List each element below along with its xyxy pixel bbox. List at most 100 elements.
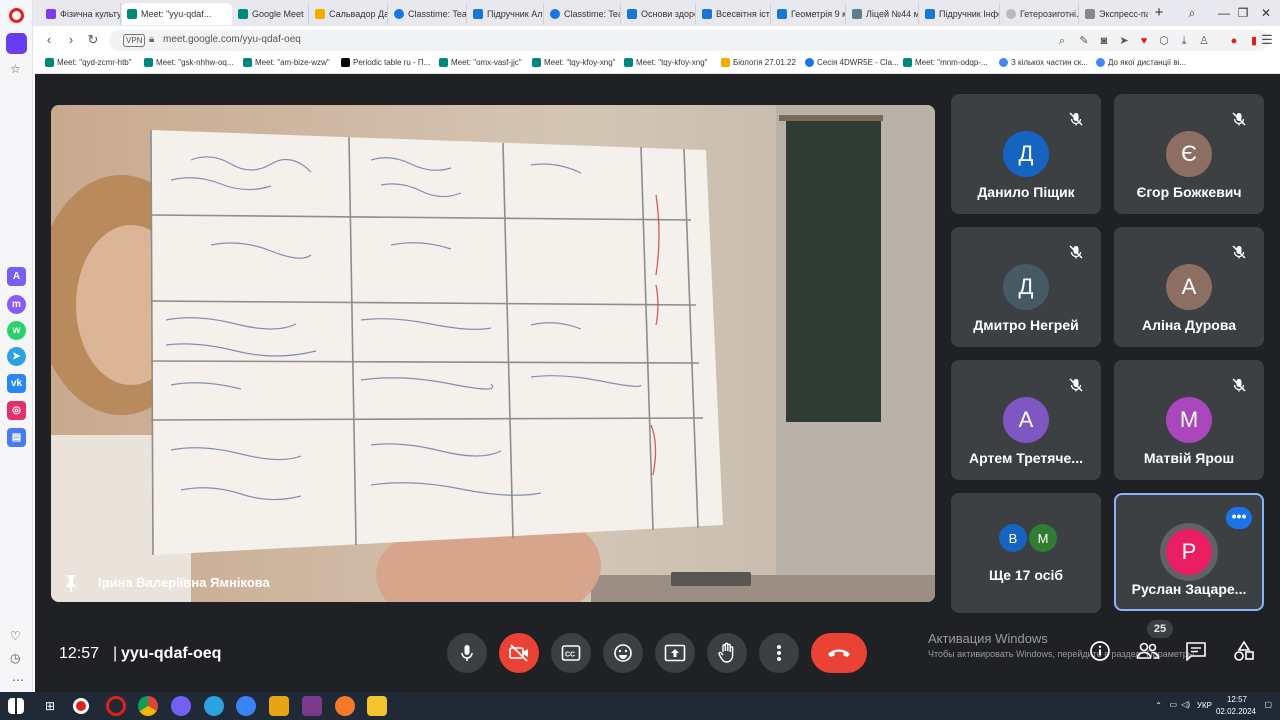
tab-item[interactable]: Всесвітня істор...	[697, 3, 771, 25]
tab-item[interactable]: Гетерозиготні...	[1001, 3, 1079, 25]
minimize-icon[interactable]: —	[1215, 4, 1233, 22]
tab-item[interactable]: Ліцей №44 м. ...	[847, 3, 919, 25]
word-taskbar-icon[interactable]	[269, 696, 289, 716]
self-tile[interactable]: Р ••• Руслан Зацаре...	[1114, 493, 1264, 611]
pin-icon[interactable]	[63, 574, 79, 592]
bookmark-item[interactable]: Meet: "tqy-kfoy-xng"	[624, 58, 707, 67]
camera-icon[interactable]: ◙	[1097, 34, 1111, 48]
bookmark-star-icon[interactable]: ☆	[10, 62, 21, 76]
winrar-taskbar-icon[interactable]	[302, 696, 322, 716]
telegram-icon[interactable]: ➤	[7, 347, 26, 366]
tab-item[interactable]: Сальвадор Да...	[310, 3, 388, 25]
more-options-button[interactable]	[759, 633, 799, 673]
leave-call-button[interactable]	[811, 633, 867, 673]
windows-start-icon[interactable]	[8, 698, 24, 714]
edit-icon[interactable]: ✎	[1077, 34, 1091, 48]
vk-icon[interactable]: vk	[7, 374, 26, 393]
microphone-button[interactable]	[447, 633, 487, 673]
tab-search-icon[interactable]: ⌕	[1183, 4, 1201, 22]
bookmark-item[interactable]: Meet: "omx-vasf-jjc"	[439, 58, 522, 67]
reload-icon[interactable]: ↻	[85, 32, 101, 48]
tab-item[interactable]: Основи здорові...	[622, 3, 696, 25]
tray-language[interactable]: УКР	[1197, 701, 1212, 710]
chrome-taskbar-icon[interactable]	[138, 696, 158, 716]
tab-item-active[interactable]: Meet: "yyu-qdaf...	[122, 3, 232, 25]
participant-tile[interactable]: М Матвій Ярош	[1114, 360, 1264, 480]
more-options-icon[interactable]: •••	[1226, 507, 1252, 529]
tray-time[interactable]: 12:57	[1227, 695, 1247, 704]
vpn-badge[interactable]: VPN	[123, 34, 146, 47]
bookmark-item[interactable]: З кількох частин ск...	[999, 58, 1088, 67]
participant-tile[interactable]: Д Данило Піщик	[951, 94, 1101, 214]
bookmark-item[interactable]: Meet: "mnm-odqp-...	[903, 58, 988, 67]
tab-item[interactable]: Classtime: Teac...	[545, 3, 621, 25]
bookmark-item[interactable]: Meet: "am-bize-wzw"	[243, 58, 330, 67]
lock-icon[interactable]: 🔒︎	[149, 34, 154, 45]
bookmark-item[interactable]: Сесія 4DWR5E - Cla...	[805, 58, 899, 67]
messenger-icon[interactable]: m	[7, 295, 26, 314]
bookmark-item[interactable]: Meet: "qyd-zcmr-htb"	[45, 58, 132, 67]
new-tab-button[interactable]: +	[1150, 4, 1168, 22]
tab-item[interactable]: Підручник Алге...	[468, 3, 544, 25]
player-icon[interactable]: ▤	[7, 428, 26, 447]
present-button[interactable]	[655, 633, 695, 673]
back-icon[interactable]: ‹	[41, 32, 57, 48]
whatsapp-icon[interactable]: w	[7, 321, 26, 340]
participant-tile[interactable]: Є Єгор Божкевич	[1114, 94, 1264, 214]
bookmark-item[interactable]: Periodic table ru - П...	[341, 58, 430, 67]
reactions-button[interactable]	[603, 633, 643, 673]
send-icon[interactable]: ➤	[1117, 34, 1131, 48]
camera-off-button[interactable]	[499, 633, 539, 673]
captions-button[interactable]: CC	[551, 633, 591, 673]
meeting-details-button[interactable]	[1087, 638, 1113, 664]
opera-logo-icon[interactable]	[9, 8, 24, 23]
more-participants-tile[interactable]: В М Ще 17 осіб	[951, 493, 1101, 613]
heart-icon[interactable]: ♡	[10, 629, 21, 643]
participant-tile[interactable]: Д Дмитро Негрей	[951, 227, 1101, 347]
chat-button[interactable]	[1183, 638, 1209, 664]
cube-icon[interactable]: ⬡	[1157, 34, 1171, 48]
opera-taskbar-icon[interactable]	[106, 696, 126, 716]
mic-indicator-icon[interactable]: ●	[1227, 34, 1241, 48]
raise-hand-button[interactable]	[707, 633, 747, 673]
bookmark-item[interactable]: Meet: "tqy-kfoy-xng"	[532, 58, 615, 67]
network-icon[interactable]: ▭	[1169, 700, 1177, 709]
more-icon[interactable]: ⋯	[12, 673, 24, 687]
viber-taskbar-icon[interactable]	[171, 696, 191, 716]
activities-button[interactable]	[1231, 638, 1257, 664]
forward-icon[interactable]: ›	[63, 32, 79, 48]
task-view-icon[interactable]: ⊞	[40, 696, 60, 716]
bookmark-item[interactable]: Біологія 27.01.22	[721, 58, 796, 67]
tab-item[interactable]: Экспресс-пане...	[1080, 3, 1148, 25]
tab-item[interactable]: Classtime: Teac...	[389, 3, 467, 25]
telegram-taskbar-icon[interactable]	[204, 696, 224, 716]
tray-expand-icon[interactable]: ⌃	[1155, 701, 1162, 710]
blender-taskbar-icon[interactable]	[335, 696, 355, 716]
presenter-video[interactable]: Ірина Валеріївна Ямнікова	[51, 105, 935, 602]
menu-icon[interactable]: ☰	[1259, 32, 1275, 48]
maximize-icon[interactable]: ❐	[1234, 4, 1252, 22]
tab-item[interactable]: Фізична культу...	[41, 3, 121, 25]
people-button[interactable]	[1135, 638, 1161, 664]
bookmark-item[interactable]: Meet: "gsk-nhhw-oq...	[144, 58, 234, 67]
tab-item[interactable]: Google Meet	[233, 3, 309, 25]
tab-item[interactable]: Підручник Інфо...	[920, 3, 1000, 25]
close-icon[interactable]: ✕	[1257, 4, 1275, 22]
file-explorer-icon[interactable]	[367, 696, 387, 716]
record-icon[interactable]	[73, 698, 89, 714]
heart-icon[interactable]: ♥	[1137, 34, 1151, 48]
volume-icon[interactable]: ◁)	[1181, 700, 1190, 709]
search-icon[interactable]: ⌕	[1055, 34, 1069, 48]
tab-item[interactable]: Геометрія 9 кл...	[772, 3, 846, 25]
url-text[interactable]: meet.google.com/yyu-qdaf-oeq	[163, 34, 301, 45]
participant-tile[interactable]: А Аліна Дурова	[1114, 227, 1264, 347]
shield-icon[interactable]: ♙	[1197, 34, 1211, 48]
instagram-icon[interactable]: ◎	[7, 401, 26, 420]
url-field[interactable]: VPN 🔒︎ meet.google.com/yyu-qdaf-oeq ⌕ ✎ …	[109, 30, 1269, 51]
bookmark-item[interactable]: До якої дистанції ві...	[1096, 58, 1186, 67]
download-icon[interactable]: ⤓	[1177, 34, 1191, 48]
tray-date[interactable]: 02.02.2024	[1216, 707, 1256, 716]
notification-icon[interactable]: ▢	[1264, 700, 1272, 709]
participant-tile[interactable]: А Артем Третяче...	[951, 360, 1101, 480]
history-icon[interactable]: ◷	[10, 651, 20, 665]
